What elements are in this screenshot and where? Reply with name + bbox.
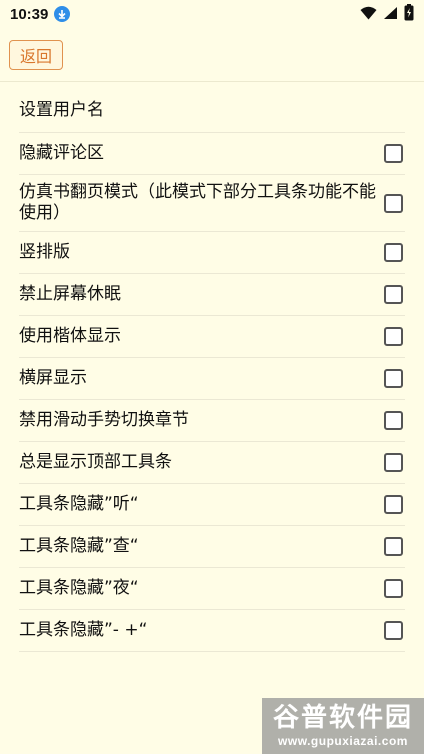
status-left: 10:39 <box>10 5 71 23</box>
hide-zoom-checkbox[interactable] <box>384 621 403 640</box>
hide-listen-checkbox[interactable] <box>384 495 403 514</box>
show-top-toolbar-checkbox[interactable] <box>384 453 403 472</box>
setting-row-landscape[interactable]: 横屏显示 <box>19 358 405 400</box>
setting-label: 禁用滑动手势切换章节 <box>19 410 189 430</box>
setting-row-keep-screen-on[interactable]: 禁止屏幕休眠 <box>19 274 405 316</box>
watermark: 谷普软件园 www.gupuxiazai.com <box>262 698 424 754</box>
setting-label: 工具条隐藏”查“ <box>19 536 139 556</box>
setting-label: 工具条隐藏”听“ <box>19 494 139 514</box>
hide-lookup-checkbox[interactable] <box>384 537 403 556</box>
toolbar: 返回 <box>0 28 424 82</box>
signal-icon <box>383 5 398 24</box>
back-button[interactable]: 返回 <box>9 39 64 70</box>
setting-row-vertical-layout[interactable]: 竖排版 <box>19 232 405 274</box>
setting-row-hide-lookup[interactable]: 工具条隐藏”查“ <box>19 526 405 568</box>
battery-icon <box>404 3 414 25</box>
status-right <box>360 3 414 25</box>
setting-label: 工具条隐藏”夜“ <box>19 578 139 598</box>
page-curl-mode-checkbox[interactable] <box>384 193 403 213</box>
status-bar: 10:39 <box>0 0 424 28</box>
settings-list: 设置用户名 隐藏评论区 仿真书翻页模式（此模式下部分工具条功能不能使用） 竖排版… <box>19 82 405 652</box>
setting-label: 总是显示顶部工具条 <box>19 452 172 472</box>
disable-swipe-checkbox[interactable] <box>384 411 403 430</box>
clock: 10:39 <box>10 5 49 23</box>
setting-label: 竖排版 <box>19 242 70 262</box>
hide-comments-checkbox[interactable] <box>384 144 403 163</box>
setting-row-kai-font[interactable]: 使用楷体显示 <box>19 316 405 358</box>
setting-row-hide-zoom[interactable]: 工具条隐藏”- +“ <box>19 610 405 652</box>
watermark-url: www.gupuxiazai.com <box>278 734 408 748</box>
watermark-title: 谷普软件园 <box>272 703 413 733</box>
setting-label: 仿真书翻页模式（此模式下部分工具条功能不能使用） <box>19 182 376 223</box>
setting-label: 设置用户名 <box>19 99 104 120</box>
setting-row-show-top-toolbar[interactable]: 总是显示顶部工具条 <box>19 442 405 484</box>
download-icon <box>54 6 71 22</box>
setting-row-username[interactable]: 设置用户名 <box>19 88 405 133</box>
setting-label: 横屏显示 <box>19 368 87 388</box>
kai-font-checkbox[interactable] <box>384 327 403 346</box>
setting-row-page-curl-mode[interactable]: 仿真书翻页模式（此模式下部分工具条功能不能使用） <box>19 175 405 232</box>
wifi-icon <box>360 5 377 24</box>
setting-row-hide-comments[interactable]: 隐藏评论区 <box>19 133 405 175</box>
setting-label: 隐藏评论区 <box>19 143 104 163</box>
setting-row-disable-swipe[interactable]: 禁用滑动手势切换章节 <box>19 400 405 442</box>
setting-label: 使用楷体显示 <box>19 326 121 346</box>
landscape-checkbox[interactable] <box>384 369 403 388</box>
setting-row-hide-listen[interactable]: 工具条隐藏”听“ <box>19 484 405 526</box>
vertical-layout-checkbox[interactable] <box>384 243 403 262</box>
setting-label: 禁止屏幕休眠 <box>19 284 121 304</box>
hide-night-checkbox[interactable] <box>384 579 403 598</box>
keep-screen-on-checkbox[interactable] <box>384 285 403 304</box>
setting-label: 工具条隐藏”- +“ <box>19 620 148 640</box>
setting-row-hide-night[interactable]: 工具条隐藏”夜“ <box>19 568 405 610</box>
